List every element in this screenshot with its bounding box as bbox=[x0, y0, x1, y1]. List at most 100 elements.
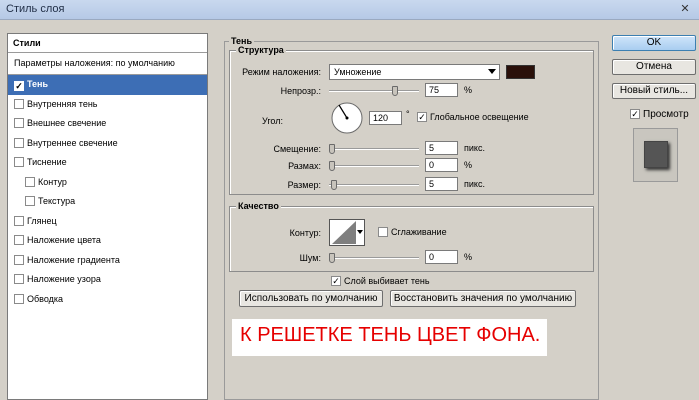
blend-defaults-item[interactable]: Параметры наложения: по умолчанию bbox=[8, 53, 207, 75]
style-item[interactable]: Наложение узора bbox=[8, 270, 207, 290]
style-item-checkbox[interactable] bbox=[14, 98, 24, 109]
blend-mode-value: Умножение bbox=[334, 67, 382, 77]
opacity-unit: % bbox=[464, 85, 473, 95]
spread-slider-track[interactable] bbox=[329, 165, 419, 167]
structure-title: Структура bbox=[236, 45, 286, 55]
style-item-label: Наложение градиента bbox=[27, 254, 120, 265]
new-style-button[interactable]: Новый стиль... bbox=[612, 83, 696, 99]
noise-label: Шум: bbox=[299, 253, 321, 263]
style-items: ✓ Тень Внутренняя тень Внешнее свечение Внут… bbox=[8, 75, 207, 309]
style-item-label: Контур bbox=[38, 176, 67, 187]
style-item[interactable]: Наложение градиента bbox=[8, 251, 207, 271]
style-item-checkbox[interactable] bbox=[14, 215, 24, 226]
preview-checkbox[interactable]: ✓ bbox=[630, 109, 640, 119]
style-item-checkbox[interactable] bbox=[14, 157, 24, 167]
antialias-checkbox[interactable] bbox=[378, 227, 388, 237]
distance-slider-thumb[interactable] bbox=[329, 144, 335, 154]
style-item-checkbox[interactable] bbox=[14, 274, 24, 284]
style-item[interactable]: Тиснение bbox=[8, 153, 207, 173]
size-input[interactable]: 5 bbox=[425, 177, 458, 191]
noise-input[interactable]: 0 bbox=[425, 250, 458, 264]
distance-slider-track[interactable] bbox=[329, 148, 419, 150]
annotation-text: К РЕШЕТКЕ ТЕНЬ ЦВЕТ ФОНА. bbox=[232, 319, 547, 356]
contour-preview-icon bbox=[332, 221, 356, 244]
style-item-checkbox[interactable] bbox=[25, 196, 35, 206]
spread-label: Размах: bbox=[288, 161, 321, 171]
chevron-down-icon[interactable] bbox=[357, 230, 363, 234]
contour-label: Контур: bbox=[289, 228, 321, 238]
style-item-label: Наложение узора bbox=[27, 274, 101, 284]
style-item[interactable]: Наложение цвета bbox=[8, 231, 207, 251]
style-item[interactable]: Обводка bbox=[8, 290, 207, 310]
noise-unit: % bbox=[464, 252, 473, 262]
distance-input[interactable]: 5 bbox=[425, 141, 458, 155]
style-item[interactable]: Внешнее свечение bbox=[8, 114, 207, 134]
contour-shape bbox=[332, 221, 356, 244]
opacity-slider-track[interactable] bbox=[329, 90, 419, 92]
angle-dial-center bbox=[345, 116, 349, 120]
style-item-label: Наложение цвета bbox=[27, 235, 101, 245]
angle-input[interactable]: 120 bbox=[369, 111, 402, 125]
close-icon[interactable]: ✕ bbox=[677, 2, 693, 17]
antialias-label: Сглаживание bbox=[391, 227, 447, 237]
size-label: Размер: bbox=[287, 180, 321, 190]
title-bar: Стиль слоя ✕ bbox=[0, 0, 699, 20]
style-item-checkbox[interactable] bbox=[14, 254, 24, 265]
shadow-color-swatch[interactable] bbox=[506, 65, 535, 79]
restore-default-button[interactable]: Восстановить значения по умолчанию bbox=[390, 290, 576, 307]
noise-slider-thumb[interactable] bbox=[329, 253, 335, 263]
style-item-label: Обводка bbox=[27, 293, 64, 304]
quality-group: Качество Контур: Сглаживание Шум: 0 % bbox=[229, 201, 594, 272]
style-item-checkbox[interactable]: ✓ bbox=[14, 81, 24, 91]
distance-unit: пикс. bbox=[464, 143, 485, 153]
preview-shape bbox=[644, 141, 668, 168]
style-item-label: Внешнее свечение bbox=[27, 118, 107, 128]
styles-header[interactable]: Стили bbox=[8, 34, 207, 53]
opacity-slider-thumb[interactable] bbox=[392, 86, 398, 96]
angle-unit: ° bbox=[406, 109, 410, 119]
layer-knocks-out-label: Слой выбивает тень bbox=[344, 276, 430, 286]
style-item-label: Текстура bbox=[38, 196, 76, 206]
style-item-label: Глянец bbox=[27, 215, 57, 226]
size-unit: пикс. bbox=[464, 179, 485, 189]
angle-dial[interactable] bbox=[330, 101, 364, 135]
preview-label: Просмотр bbox=[643, 109, 689, 120]
global-light-checkbox[interactable]: ✓ bbox=[417, 112, 427, 122]
global-light-label: Глобальное освещение bbox=[430, 112, 529, 122]
style-item-checkbox[interactable] bbox=[14, 235, 24, 245]
style-item-checkbox[interactable] bbox=[14, 293, 24, 304]
style-item-checkbox[interactable] bbox=[14, 137, 24, 148]
style-item[interactable]: Текстура bbox=[8, 192, 207, 212]
style-item[interactable]: Внутреннее свечение bbox=[8, 134, 207, 154]
spread-unit: % bbox=[464, 160, 473, 170]
noise-slider-track[interactable] bbox=[329, 257, 419, 259]
preview-thumbnail bbox=[633, 128, 678, 182]
size-slider-track[interactable] bbox=[329, 184, 419, 186]
style-item[interactable]: ✓ Тень bbox=[8, 75, 207, 95]
quality-title: Качество bbox=[236, 201, 281, 211]
layer-knocks-out-checkbox[interactable]: ✓ bbox=[331, 276, 341, 286]
style-item-checkbox[interactable] bbox=[25, 176, 35, 187]
chevron-down-icon bbox=[488, 69, 496, 74]
style-item[interactable]: Внутренняя тень bbox=[8, 95, 207, 115]
use-default-button[interactable]: Использовать по умолчанию bbox=[239, 290, 383, 307]
style-item[interactable]: Глянец bbox=[8, 212, 207, 232]
style-item-label: Внутреннее свечение bbox=[27, 137, 118, 148]
style-item-label: Внутренняя тень bbox=[27, 98, 98, 109]
contour-picker[interactable] bbox=[329, 219, 365, 246]
blend-mode-select[interactable]: Умножение bbox=[329, 64, 500, 80]
style-item-label: Тень bbox=[27, 79, 49, 89]
style-item[interactable]: Контур bbox=[8, 173, 207, 193]
size-slider-thumb[interactable] bbox=[331, 180, 337, 190]
styles-list: Стили Параметры наложения: по умолчанию … bbox=[7, 33, 208, 400]
structure-group: Структура Режим наложения: Умножение Неп… bbox=[229, 45, 594, 195]
blend-mode-label: Режим наложения: bbox=[242, 67, 321, 77]
opacity-label: Непрозр.: bbox=[280, 86, 321, 96]
style-item-checkbox[interactable] bbox=[14, 118, 24, 128]
distance-label: Смещение: bbox=[273, 144, 321, 154]
spread-input[interactable]: 0 bbox=[425, 158, 458, 172]
ok-button[interactable]: OK bbox=[612, 35, 696, 51]
cancel-button[interactable]: Отмена bbox=[612, 59, 696, 75]
spread-slider-thumb[interactable] bbox=[329, 161, 335, 171]
opacity-input[interactable]: 75 bbox=[425, 83, 458, 97]
